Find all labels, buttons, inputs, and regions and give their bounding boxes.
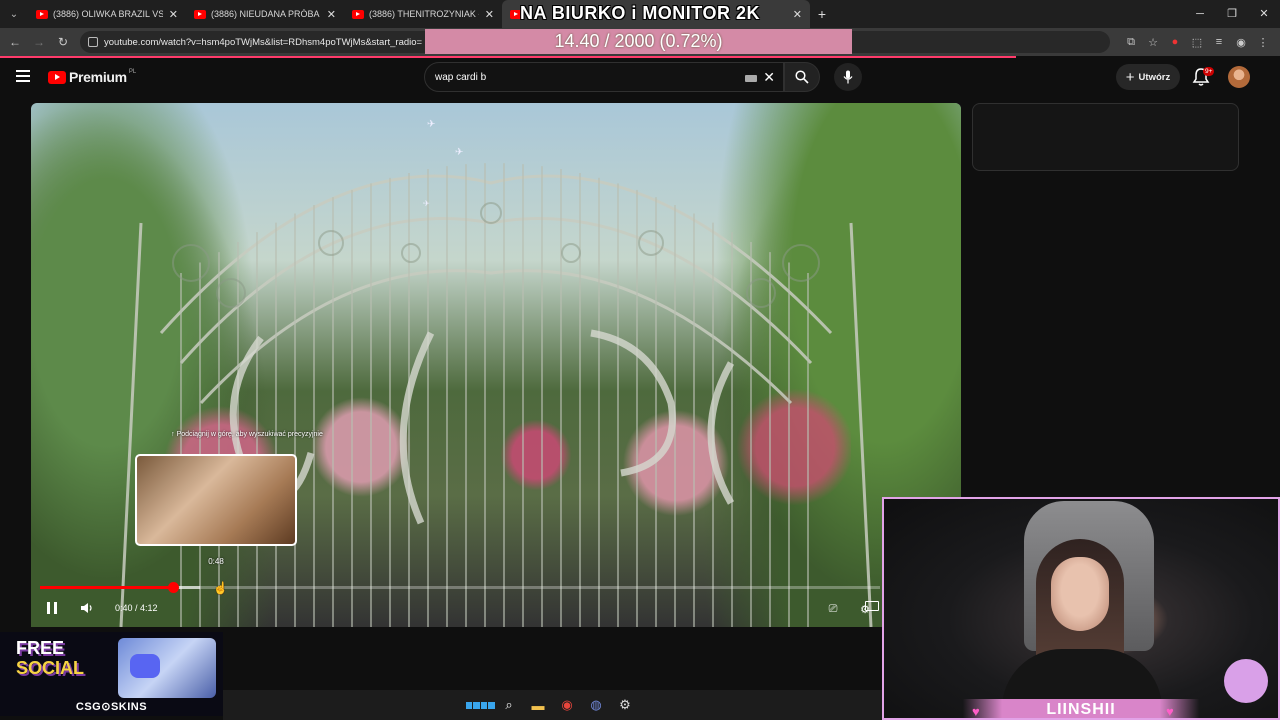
youtube-play-icon	[48, 70, 66, 84]
tab-title: (3886) OLIWKA BRAZIL VS NAT	[53, 9, 163, 19]
close-window-icon[interactable]: ✕	[1248, 0, 1280, 28]
player-controls: 0:40 / 4:12 ⎚ ⚙	[31, 597, 961, 621]
streamer-name: LIINSHII	[884, 699, 1278, 718]
heart-icon: ♥	[1166, 704, 1174, 719]
tab-close-icon[interactable]: ✕	[793, 8, 802, 21]
youtube-favicon-icon	[36, 9, 48, 19]
seek-preview-time: 0:48	[208, 557, 224, 566]
tab-close-icon[interactable]: ✕	[485, 8, 494, 21]
windows-start-icon[interactable]	[465, 692, 495, 718]
logo-text: Premium	[69, 69, 127, 85]
new-tab-button[interactable]: +	[810, 6, 834, 22]
install-app-icon[interactable]: ⧉	[1120, 36, 1142, 49]
video-player[interactable]: ✈ ✈ ✈ ↑ Podciągnij w górę, aby wyszukiwa…	[31, 103, 961, 627]
extensions-puzzle-icon[interactable]: ⬚	[1186, 36, 1208, 49]
browser-tab[interactable]: (3886) NIEUDANA PRÓBA POP ✕	[186, 0, 344, 28]
drone-icon: ✈	[423, 199, 430, 208]
voice-search-button[interactable]	[834, 63, 862, 91]
clear-search-icon[interactable]: ✕	[763, 69, 775, 86]
maximize-icon[interactable]: ❐	[1216, 0, 1248, 28]
progress-played	[40, 586, 174, 589]
site-info-icon[interactable]	[88, 37, 98, 47]
tab-search-menu[interactable]: ⌄	[0, 0, 28, 28]
tab-close-icon[interactable]: ✕	[169, 8, 178, 21]
hand-cursor-icon: ☝	[213, 581, 228, 595]
stream-goal-progress: 14.40 / 2000 (0.72%)	[425, 29, 852, 54]
file-explorer-icon[interactable]: ▬	[524, 692, 553, 718]
sidebar-placeholder-card	[972, 103, 1239, 171]
browser-tab[interactable]: (3886) OLIWKA BRAZIL VS NAT ✕	[28, 0, 186, 28]
stream-promo-banner: FREE SOCIAL CSG⊙SKINS	[0, 632, 223, 716]
promo-free-label: FREE	[16, 638, 65, 658]
taskbar-search-icon[interactable]: ⌕	[495, 692, 524, 718]
discord-icon[interactable]: ◍	[582, 692, 611, 718]
tab-title: (3886) NIEUDANA PRÓBA POP	[211, 9, 321, 19]
youtube-favicon-icon	[352, 9, 364, 19]
streamer-webcam: LIINSHII ♥ ♥	[882, 497, 1280, 720]
menu-icon[interactable]	[16, 70, 30, 82]
notification-badge: 9+	[1203, 67, 1215, 76]
tab-close-icon[interactable]: ✕	[327, 8, 336, 21]
search-input[interactable]: wap cardi b ✕	[424, 62, 784, 92]
promo-brand: CSG⊙SKINS	[75, 701, 148, 713]
stream-goal-title: NA BIURKO i MONITOR 2K	[519, 3, 760, 23]
search-icon	[795, 70, 809, 84]
discord-robot-icon	[118, 638, 216, 698]
create-label: Utwórz	[1138, 71, 1171, 83]
promo-social-label: SOCIAL	[16, 658, 85, 678]
time-display: 0:40 / 4:12	[115, 603, 158, 613]
minimize-icon[interactable]: ─	[1184, 0, 1216, 28]
drone-icon: ✈	[427, 119, 436, 130]
keyboard-icon[interactable]	[745, 75, 757, 82]
seek-preview-thumbnail	[135, 454, 297, 546]
bookmark-star-icon[interactable]: ☆	[1142, 36, 1164, 49]
microphone-icon	[843, 70, 853, 84]
snake-mascot-icon	[1224, 659, 1268, 703]
streamer-face	[1051, 557, 1109, 631]
account-avatar[interactable]	[1228, 66, 1250, 88]
back-icon[interactable]: ←	[3, 35, 27, 49]
forward-icon[interactable]: →	[27, 35, 51, 49]
youtube-favicon-icon	[194, 9, 206, 19]
youtube-header: Premium PL wap cardi b ✕ + Utwórz 9+	[0, 58, 1280, 98]
pause-icon[interactable]	[47, 602, 57, 614]
volume-icon[interactable]	[80, 601, 94, 615]
plus-icon: +	[1125, 68, 1135, 86]
seek-hint: ↑ Podciągnij w górę, aby wyszukiwać prec…	[171, 431, 323, 438]
windows-taskbar: ⌕ ▬ ◉ ◍ ⚙	[223, 690, 882, 720]
subtitles-icon[interactable]: ⎚	[817, 600, 849, 618]
profile-icon[interactable]: ◉	[1230, 36, 1252, 49]
reload-icon[interactable]: ↻	[51, 35, 75, 49]
tab-title: (3886) THENITROZYNIAK - KŁA	[369, 9, 479, 19]
heart-icon: ♥	[972, 704, 980, 719]
chrome-icon[interactable]: ◉	[553, 692, 582, 718]
create-button[interactable]: + Utwórz	[1116, 64, 1180, 90]
window-controls: ─ ❐ ✕	[1184, 0, 1280, 28]
extension-icon[interactable]: ●	[1164, 36, 1186, 48]
country-code: PL	[128, 69, 137, 75]
search-query: wap cardi b	[435, 71, 487, 83]
search-button[interactable]	[784, 62, 820, 92]
app-icon[interactable]: ⚙	[611, 692, 640, 718]
theater-mode-icon[interactable]	[865, 601, 879, 611]
youtube-logo[interactable]: Premium PL	[48, 69, 136, 85]
browser-menu-icon[interactable]: ⋮	[1252, 36, 1274, 49]
browser-actions: ⧉ ☆ ● ⬚ ≡ ◉ ⋮	[1120, 28, 1274, 56]
drone-icon: ✈	[455, 147, 464, 158]
url-text: youtube.com/watch?v=hsm4poTWjMs&list=RDh…	[104, 36, 423, 48]
reading-list-icon[interactable]: ≡	[1208, 36, 1230, 48]
video-progress-bar[interactable]	[40, 582, 880, 593]
browser-tab[interactable]: (3886) THENITROZYNIAK - KŁA ✕	[344, 0, 502, 28]
